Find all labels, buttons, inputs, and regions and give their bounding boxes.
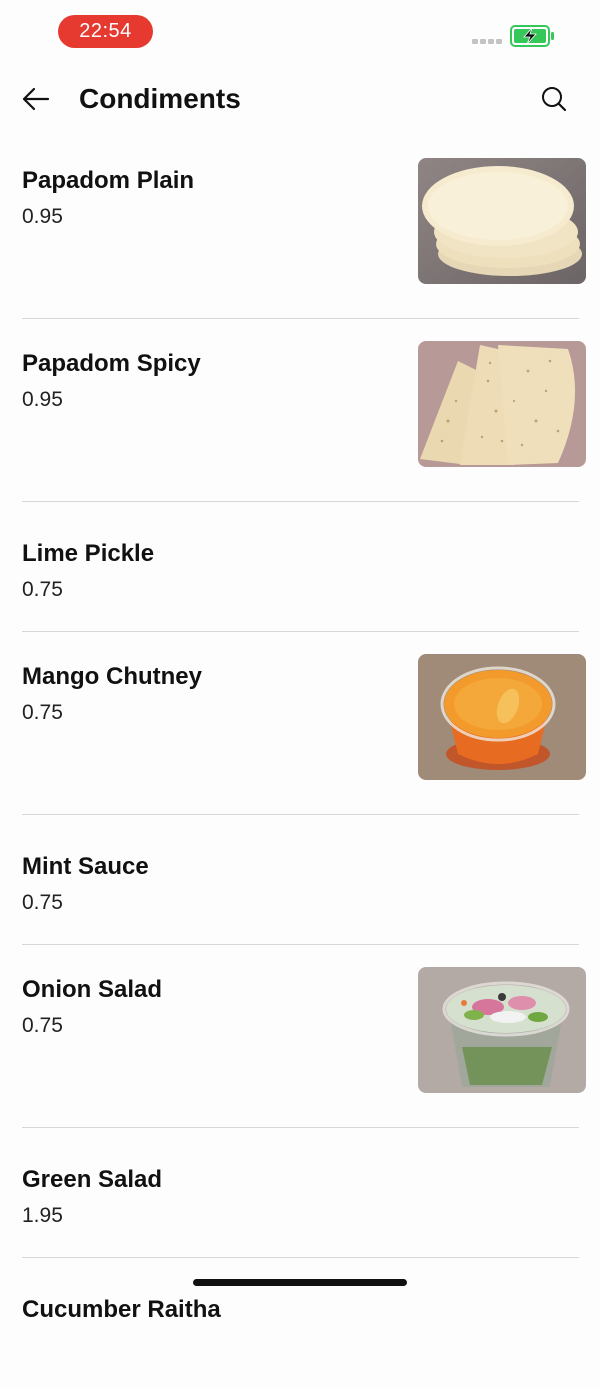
- item-price: 0.75: [22, 1014, 63, 1037]
- status-bar: 22:54: [0, 0, 600, 62]
- app-header: Condiments: [0, 62, 600, 136]
- item-price: 1.95: [22, 1204, 63, 1227]
- menu-item-list: Papadom Plain 0.95 Papadom Spicy 0.95 Li…: [0, 136, 600, 1388]
- item-name: Papadom Plain: [22, 167, 195, 194]
- menu-item[interactable]: Mint Sauce 0.75: [0, 815, 600, 945]
- menu-item[interactable]: Cucumber Raitha: [0, 1258, 600, 1388]
- signal-icon: [472, 39, 504, 44]
- item-name: Papadom Spicy: [22, 350, 201, 377]
- menu-item[interactable]: Onion Salad 0.75: [0, 945, 600, 1128]
- item-name: Mango Chutney: [22, 663, 202, 690]
- item-name: Lime Pickle: [22, 540, 155, 567]
- menu-item[interactable]: Lime Pickle 0.75: [0, 502, 600, 632]
- item-price: 0.75: [22, 701, 63, 724]
- battery-charging-icon: [510, 25, 554, 47]
- item-price: 0.95: [22, 205, 63, 228]
- search-button[interactable]: [534, 79, 574, 119]
- mango-chutney-photo: [418, 654, 586, 780]
- papadom-plain-photo: [418, 158, 586, 284]
- item-name: Mint Sauce: [22, 853, 149, 880]
- back-button[interactable]: [16, 79, 56, 119]
- home-indicator[interactable]: [193, 1279, 407, 1286]
- menu-item[interactable]: Papadom Plain 0.95: [0, 136, 600, 319]
- item-name: Onion Salad: [22, 976, 163, 1003]
- item-name: Cucumber Raitha: [22, 1296, 221, 1323]
- item-price: 0.75: [22, 578, 63, 601]
- page-title: Condiments: [79, 83, 241, 114]
- papadom-spicy-photo: [418, 341, 586, 467]
- search-icon: [542, 87, 567, 112]
- onion-salad-photo: [418, 967, 586, 1093]
- item-price: 0.75: [22, 891, 63, 914]
- item-price: 0.95: [22, 388, 63, 411]
- item-name: Green Salad: [22, 1166, 163, 1193]
- menu-item[interactable]: Papadom Spicy 0.95: [0, 319, 600, 502]
- menu-item[interactable]: Mango Chutney 0.75: [0, 632, 600, 815]
- menu-item[interactable]: Green Salad 1.95: [0, 1128, 600, 1258]
- arrow-left-icon: [22, 87, 50, 111]
- status-time: 22:54: [58, 15, 153, 48]
